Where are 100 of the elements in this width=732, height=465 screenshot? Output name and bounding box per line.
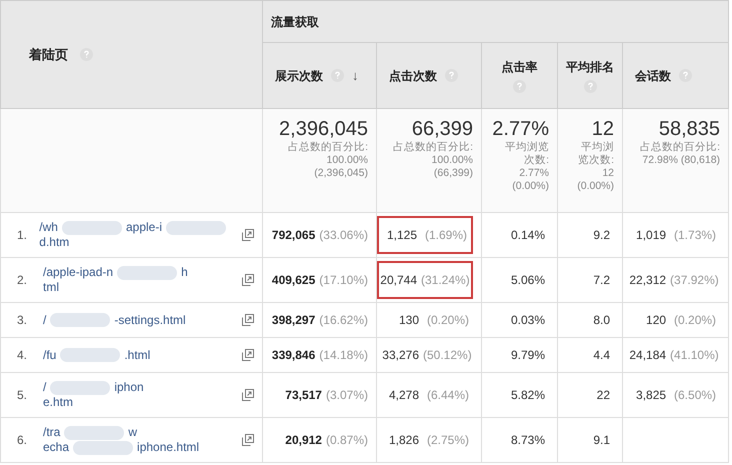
metric-value: 24,184 — [629, 347, 666, 364]
metric-value: 9.1 — [593, 432, 610, 449]
metric-percent: (14.18%) — [319, 347, 368, 364]
open-in-new-icon[interactable] — [242, 389, 254, 401]
landing-page-link[interactable]: iphone.html — [137, 440, 200, 455]
metric-value: 7.2 — [593, 272, 610, 289]
landing-page-link[interactable]: echa — [43, 440, 70, 455]
redaction-blur — [166, 220, 226, 234]
total-value: 12 — [590, 117, 614, 141]
metric-value: 33,276 — [382, 347, 419, 364]
metric-percent: (41.10%) — [670, 347, 716, 364]
metric-value: 8.0 — [593, 312, 610, 329]
total-note: 平均浏览 — [504, 141, 549, 154]
metric-value: 120 — [646, 312, 666, 329]
metric-value: 5.06% — [510, 272, 545, 289]
metric-value: 398,297 — [272, 312, 316, 329]
metric-percent: (1.69%) — [424, 227, 467, 244]
total-note: 览次数: — [577, 154, 614, 167]
row-number: 2. — [17, 272, 28, 289]
total-note: 72.98% (80,618) — [641, 154, 720, 167]
metric-value: 130 — [398, 312, 419, 329]
landing-page-link[interactable]: / — [43, 380, 46, 395]
total-note: 100.00% — [326, 154, 368, 167]
redaction-blur — [62, 220, 122, 234]
metric-value: 0.14% — [510, 227, 545, 244]
row-number: 3. — [17, 312, 28, 329]
metric-percent: (33.06%) — [319, 227, 368, 244]
landing-page-link[interactable]: /apple-ipad-n — [43, 265, 114, 280]
column-header[interactable]: 会话数 — [635, 66, 671, 84]
metric-value: 4.4 — [593, 347, 610, 364]
open-in-new-icon[interactable] — [242, 229, 254, 241]
open-in-new-icon[interactable] — [242, 349, 254, 361]
metric-value: 20,912 — [285, 432, 322, 449]
metric-percent: (2.75%) — [426, 432, 469, 449]
total-note: 占总数的百分比: — [392, 141, 473, 154]
total-value: 2.77% — [491, 117, 549, 141]
redaction-blur — [50, 380, 110, 394]
landing-page-link[interactable]: e.htm — [43, 395, 74, 410]
row-number: 5. — [17, 387, 28, 404]
metric-value: 20,744 — [380, 272, 417, 289]
metric-value: 339,846 — [272, 347, 316, 364]
total-note: 100.00% — [430, 154, 473, 167]
redaction-blur — [50, 313, 110, 327]
metric-percent: (0.20%) — [426, 312, 469, 329]
landing-page-link[interactable]: -settings.html — [114, 312, 186, 328]
metric-percent: (1.73%) — [673, 227, 716, 244]
metric-percent: (37.92%) — [670, 272, 716, 289]
column-header[interactable]: 点击次数 — [389, 66, 437, 84]
metric-percent: (0.87%) — [326, 432, 368, 449]
open-in-new-icon[interactable] — [242, 434, 254, 446]
total-value: 66,399 — [410, 117, 473, 141]
landing-page-link[interactable]: iphon — [114, 380, 144, 395]
redaction-blur — [117, 266, 178, 280]
landing-page-link[interactable]: .html — [124, 348, 150, 362]
landing-page-link[interactable]: /tra — [43, 425, 60, 440]
metric-percent: (3.07%) — [326, 387, 368, 404]
landing-page-link[interactable]: /wh — [39, 220, 58, 235]
total-note: (0.00%) — [511, 180, 549, 193]
metric-value: 22,312 — [629, 272, 666, 289]
column-header[interactable]: 点击率 — [502, 58, 538, 76]
redaction-blur — [73, 440, 134, 454]
metric-percent: (50.12%) — [423, 347, 469, 364]
redaction-blur — [60, 348, 120, 362]
total-note: 次数: — [523, 154, 549, 167]
row-number: 1. — [17, 227, 28, 244]
metric-value: 5.82% — [510, 387, 545, 404]
metric-percent: (6.50%) — [673, 387, 716, 404]
metric-percent: (31.24%) — [421, 272, 467, 289]
metric-value: 73,517 — [285, 387, 322, 404]
landing-page-link[interactable]: apple-i — [126, 220, 162, 235]
metric-percent: (16.62%) — [319, 312, 368, 329]
landing-page-link[interactable]: / — [43, 312, 46, 328]
metric-value: 9.79% — [510, 347, 545, 364]
metric-value: 0.03% — [510, 312, 545, 329]
landing-page-link[interactable]: tml — [43, 280, 59, 295]
metric-value: 792,065 — [272, 227, 316, 244]
metric-percent: (6.44%) — [426, 387, 469, 404]
metric-value: 3,825 — [636, 387, 666, 404]
sort-indicator[interactable]: ↓ — [352, 66, 358, 86]
column-group-header: 流量获取 — [271, 14, 319, 28]
total-note: 2.77% — [518, 167, 549, 180]
metric-value: 1,826 — [388, 432, 419, 449]
metric-percent: (0.20%) — [673, 312, 716, 329]
open-in-new-icon[interactable] — [242, 274, 254, 286]
landing-page-link[interactable]: d.htm — [39, 235, 70, 250]
row-number: 6. — [17, 432, 28, 449]
metric-value: 9.2 — [593, 227, 610, 244]
total-note: 平均浏 — [580, 141, 614, 154]
total-note: 占总数的百分比: — [639, 141, 720, 154]
total-note: 占总数的百分比: — [287, 141, 368, 154]
total-note: 12 — [601, 167, 614, 180]
column-header[interactable]: 着陆页 — [29, 44, 68, 64]
column-header[interactable]: 展示次数 — [275, 66, 323, 84]
open-in-new-icon[interactable] — [242, 314, 254, 326]
redaction-blur — [64, 426, 124, 440]
metric-percent: (17.10%) — [319, 272, 368, 289]
landing-page-link[interactable]: h — [181, 265, 188, 280]
landing-page-link[interactable]: /fu — [43, 348, 56, 362]
total-value: 58,835 — [658, 117, 720, 141]
landing-page-link[interactable]: w — [128, 425, 138, 440]
